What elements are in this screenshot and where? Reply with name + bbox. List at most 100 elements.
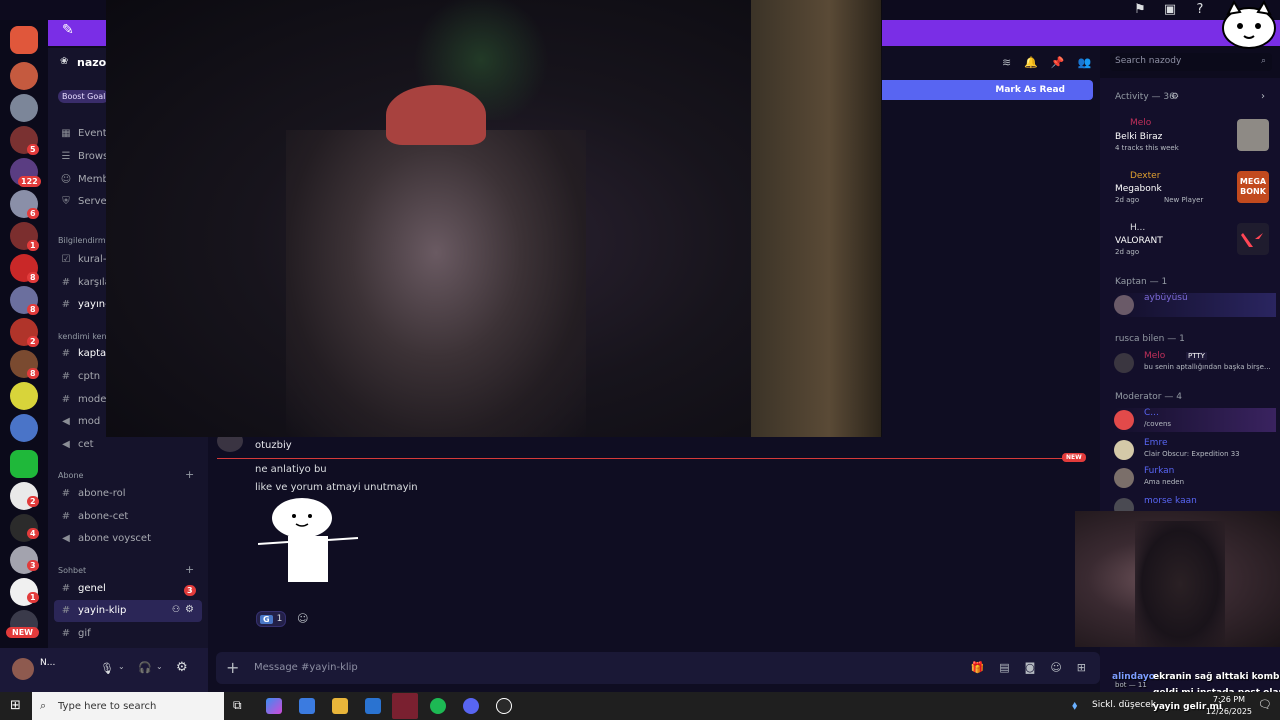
member-item[interactable]: aybüyüsü: [1114, 293, 1276, 317]
copilot-icon[interactable]: [266, 698, 282, 714]
sidebar-item-members[interactable]: ☺ Memb: [60, 174, 109, 185]
server-boost-icon: ❀: [60, 56, 69, 67]
chevron-down-icon[interactable]: ⌄: [118, 662, 125, 671]
sticker-icon[interactable]: ◙: [1025, 661, 1036, 674]
reaction-chip[interactable]: G 1: [256, 611, 286, 627]
new-servers-pill[interactable]: NEW: [6, 627, 39, 638]
chevron-right-icon[interactable]: ›: [1261, 91, 1265, 102]
server-icon[interactable]: [10, 450, 38, 478]
gear-icon[interactable]: ⚙: [176, 660, 188, 675]
category-sohbet[interactable]: Sohbet: [58, 566, 86, 575]
channel-abone-voyscet[interactable]: ◀ abone voyscet: [60, 533, 151, 544]
flag-icon[interactable]: ⚑: [1132, 2, 1148, 18]
activity-user[interactable]: Dexter: [1130, 171, 1160, 181]
channel-abone-rol[interactable]: # abone-rol: [60, 488, 126, 499]
gear-icon[interactable]: ⚙: [185, 604, 194, 615]
channel-cptn[interactable]: # cptn: [60, 371, 100, 382]
channel-abone-cet[interactable]: # abone-cet: [60, 511, 128, 522]
chevron-down-icon[interactable]: ⌄: [156, 662, 163, 671]
role-header-moderator: Moderator — 4: [1115, 392, 1182, 402]
add-reaction-icon[interactable]: ☺: [297, 612, 308, 625]
mark-as-read-button[interactable]: Mark As Read: [882, 80, 1093, 100]
gif-icon[interactable]: ▤: [999, 661, 1009, 674]
spotify-icon[interactable]: [430, 698, 446, 714]
channel-yayin[interactable]: # yayın-: [60, 299, 109, 310]
member-list-icon[interactable]: 👥: [1078, 56, 1092, 69]
discord-icon[interactable]: [463, 698, 479, 714]
help-icon[interactable]: ?: [1192, 2, 1208, 18]
activity-user[interactable]: H...: [1130, 223, 1145, 233]
avatar: [1114, 410, 1134, 430]
server-icon[interactable]: [10, 414, 38, 442]
category-kendimi[interactable]: kendimi ken: [58, 332, 107, 341]
channel-gif[interactable]: # gif: [60, 628, 91, 639]
sidebar-item-browse[interactable]: ☰ Brows: [60, 151, 109, 162]
speaker-icon: ◀: [62, 533, 70, 544]
server-icon[interactable]: [10, 382, 38, 410]
activity-user[interactable]: Melo: [1130, 118, 1151, 128]
avatar: [1114, 440, 1134, 460]
channel-karsilama[interactable]: # karşıla: [60, 277, 111, 288]
channel-moder[interactable]: # moder: [60, 394, 111, 405]
member-item[interactable]: Emre Clair Obscur: Expedition 33: [1114, 438, 1276, 462]
member-item[interactable]: Furkan Ama neden: [1114, 466, 1276, 490]
pin-icon[interactable]: 📌: [1051, 56, 1065, 69]
channel-yayin-klip[interactable]: # yayin-klip: [60, 605, 127, 616]
file-explorer-icon[interactable]: [332, 698, 348, 714]
emoji-icon[interactable]: ☺: [1050, 661, 1061, 674]
taskbar-search-input[interactable]: ⌕ Type here to search: [32, 692, 224, 720]
gear-icon[interactable]: ⚙: [1171, 92, 1179, 102]
sticker-image[interactable]: [258, 496, 362, 586]
activity-title: Megabonk: [1115, 184, 1162, 194]
bell-icon[interactable]: 🔔: [1024, 56, 1038, 69]
unread-badge: 8: [27, 368, 39, 379]
valorant-thumbnail[interactable]: [1237, 223, 1269, 255]
tray-app-icon[interactable]: ⬧: [1072, 698, 1077, 713]
activity-header[interactable]: Activity — 36: [1115, 92, 1175, 102]
outlook-icon[interactable]: [365, 698, 381, 714]
server-icon[interactable]: [10, 62, 38, 90]
hash-icon: #: [61, 511, 71, 522]
add-channel-icon[interactable]: +: [185, 468, 194, 481]
gift-icon[interactable]: 🎁: [971, 661, 985, 674]
activity-thumbnail[interactable]: [1237, 119, 1269, 151]
channel-cet[interactable]: ◀ cet: [60, 439, 93, 450]
threads-icon[interactable]: ≋: [1002, 56, 1011, 69]
member-item[interactable]: Melo PTTY bu senin aptallığından başka b…: [1114, 351, 1276, 375]
headphones-icon[interactable]: 🎧: [138, 661, 152, 674]
add-channel-icon[interactable]: +: [185, 563, 194, 576]
channel-mod[interactable]: ◀ mod: [60, 416, 100, 427]
sidebar-item-server[interactable]: ⛨ Server: [60, 196, 111, 207]
member-item[interactable]: C... /covens: [1114, 408, 1276, 432]
activity-sub: 2d ago: [1115, 248, 1140, 256]
apps-icon[interactable]: ⊞: [1077, 661, 1086, 674]
category-abone[interactable]: Abone: [58, 471, 83, 480]
inbox-icon[interactable]: ▣: [1162, 2, 1178, 18]
invite-icon[interactable]: ⚇: [172, 605, 180, 615]
hash-icon: #: [61, 605, 71, 616]
boost-goal-button[interactable]: Boost Goal: [58, 90, 110, 103]
avatar[interactable]: [12, 658, 34, 680]
microphone-icon[interactable]: 🎙: [100, 662, 114, 675]
megabonk-thumbnail[interactable]: MEGA BONK: [1237, 171, 1269, 203]
taskbar-clock[interactable]: 7:26 PM 12/26/2025: [1206, 694, 1252, 718]
activity-sub: 4 tracks this week: [1115, 144, 1179, 152]
sidebar-item-events[interactable]: ▦ Events: [60, 128, 112, 139]
discord-home-icon[interactable]: [10, 26, 38, 54]
attach-plus-icon[interactable]: +: [226, 658, 239, 677]
browse-icon: ☰: [61, 151, 71, 162]
server-icon[interactable]: [10, 94, 38, 122]
channel-genel[interactable]: # genel: [60, 583, 106, 594]
category-bilgilendirme[interactable]: Bilgilendirm: [58, 236, 106, 245]
active-app-icon[interactable]: [392, 693, 418, 719]
task-view-icon[interactable]: ⧉: [233, 698, 242, 713]
obs-icon[interactable]: [496, 698, 512, 714]
channel-kurallar[interactable]: ☑ kural-: [60, 254, 107, 265]
message-composer[interactable]: + Message #yayin-klip 🎁 ▤ ◙ ☺ ⊞: [216, 652, 1100, 684]
notification-center-icon[interactable]: 🗨: [1258, 698, 1272, 711]
message-author[interactable]: otuzbiy: [255, 440, 292, 451]
windows-start-icon[interactable]: ⊞: [10, 698, 21, 713]
search-input[interactable]: Search nazody ⌕: [1110, 53, 1272, 71]
store-icon[interactable]: [299, 698, 315, 714]
channel-kaptan[interactable]: # kaptar: [60, 348, 110, 359]
